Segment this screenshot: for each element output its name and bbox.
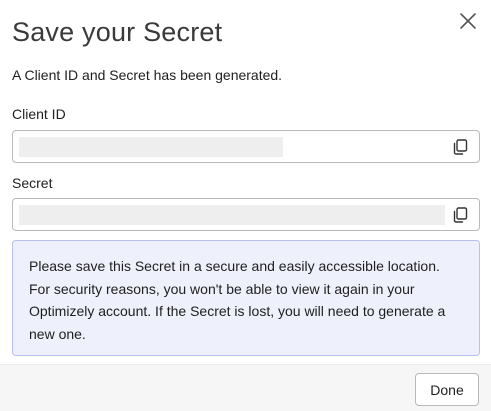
client-id-field xyxy=(12,130,480,163)
done-button[interactable]: Done xyxy=(415,373,479,406)
client-id-label: Client ID xyxy=(12,106,66,122)
close-button[interactable] xyxy=(458,11,478,31)
secret-input[interactable] xyxy=(19,205,445,225)
copy-icon xyxy=(453,207,468,223)
dialog-intro-text: A Client ID and Secret has been generate… xyxy=(12,67,283,83)
save-secret-dialog: Save your Secret A Client ID and Secret … xyxy=(0,0,491,411)
copy-secret-button[interactable] xyxy=(451,206,469,224)
secret-field xyxy=(12,198,480,231)
dialog-footer: Done xyxy=(0,364,491,411)
copy-client-id-button[interactable] xyxy=(451,138,469,156)
security-notice: Please save this Secret in a secure and … xyxy=(12,240,480,356)
security-notice-text: Please save this Secret in a secure and … xyxy=(29,258,446,342)
copy-icon xyxy=(453,139,468,155)
secret-label: Secret xyxy=(12,175,53,191)
dialog-title: Save your Secret xyxy=(12,17,223,47)
client-id-input[interactable] xyxy=(19,137,283,157)
close-icon xyxy=(460,13,476,29)
